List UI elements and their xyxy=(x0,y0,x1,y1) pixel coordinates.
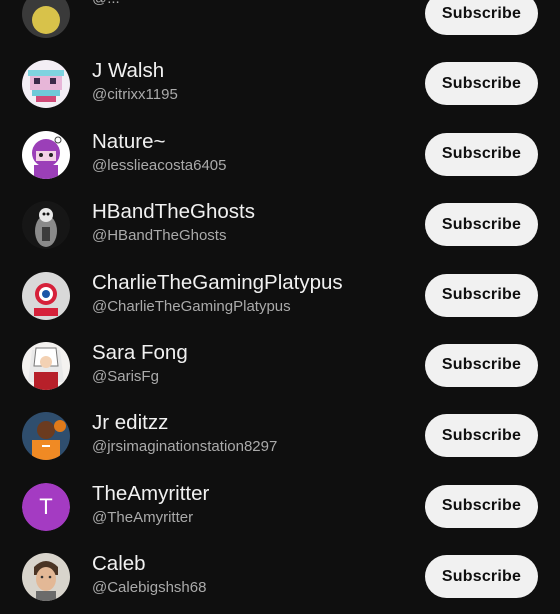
subscribe-button[interactable]: Subscribe xyxy=(425,484,538,528)
channel-name[interactable]: TheAmyritter xyxy=(92,481,410,507)
channel-row[interactable]: @... Subscribe xyxy=(0,0,560,50)
channel-row[interactable]: T TheAmyritter @TheAmyritter Subscribe xyxy=(0,473,560,543)
channel-handle: @citrixx1195 xyxy=(92,86,178,104)
channel-row[interactable]: Caleb @Calebigshsh68 Subscribe xyxy=(0,543,560,613)
subscribe-button[interactable]: Subscribe xyxy=(425,273,538,317)
subscribe-button[interactable]: Subscribe xyxy=(425,0,538,35)
channel-row[interactable]: Sara Fong @SarisFg Subscribe xyxy=(0,332,560,402)
anime-character-avatar-icon[interactable] xyxy=(22,341,70,390)
avatar-letter: T xyxy=(22,482,70,531)
channel-row[interactable]: HBandTheGhosts @HBandTheGhosts Subscribe xyxy=(0,191,560,261)
channel-row[interactable]: J Walsh @citrixx1195 Subscribe xyxy=(0,50,560,120)
partial-avatar-icon[interactable] xyxy=(22,0,70,38)
basketball-player-avatar-icon[interactable] xyxy=(22,412,70,461)
pixel-art-avatar-icon[interactable] xyxy=(22,60,70,109)
channel-handle: @jrsimaginationstation8297 xyxy=(92,438,278,456)
channel-handle: @TheAmyritter xyxy=(92,508,194,526)
channel-row[interactable]: Jr editzz @jrsimaginationstation8297 Sub… xyxy=(0,402,560,472)
dark-figure-avatar-icon[interactable] xyxy=(22,201,70,250)
person-photo-avatar-icon[interactable] xyxy=(22,553,70,602)
purple-character-avatar-icon[interactable] xyxy=(22,130,70,179)
channel-handle: @SarisFg xyxy=(92,367,159,385)
channel-handle: @... xyxy=(92,0,410,9)
subscribe-button[interactable]: Subscribe xyxy=(425,343,538,387)
subscribe-button[interactable]: Subscribe xyxy=(425,62,538,106)
channel-name[interactable]: Sara Fong xyxy=(92,340,410,366)
subscriptions-list: @... Subscribe J Walsh @citrixx1195 Subs… xyxy=(0,0,560,614)
channel-handle: @lesslieacosta6405 xyxy=(92,156,227,174)
subscribe-button[interactable]: Subscribe xyxy=(425,555,538,599)
subscribe-button[interactable]: Subscribe xyxy=(425,203,538,247)
channel-name[interactable]: Caleb xyxy=(92,551,410,577)
channel-handle: @CharlieTheGamingPlatypus xyxy=(92,297,291,315)
channel-name[interactable]: HBandTheGhosts xyxy=(92,199,410,225)
subscribe-button[interactable]: Subscribe xyxy=(425,132,538,176)
channel-row[interactable]: Nature~ @lesslieacosta6405 Subscribe xyxy=(0,121,560,191)
letter-avatar-icon[interactable]: T xyxy=(22,482,70,531)
club-crest-avatar-icon[interactable] xyxy=(22,271,70,320)
channel-name[interactable]: Nature~ xyxy=(92,129,410,155)
channel-name[interactable]: J Walsh xyxy=(92,58,410,84)
channel-name[interactable]: Jr editzz xyxy=(92,410,410,436)
channel-name[interactable]: CharlieTheGamingPlatypus xyxy=(92,270,410,296)
subscribe-button[interactable]: Subscribe xyxy=(425,414,538,458)
channel-row[interactable]: CharlieTheGamingPlatypus @CharlieTheGami… xyxy=(0,262,560,332)
channel-handle: @Calebigshsh68 xyxy=(92,579,207,597)
channel-handle: @HBandTheGhosts xyxy=(92,227,227,245)
